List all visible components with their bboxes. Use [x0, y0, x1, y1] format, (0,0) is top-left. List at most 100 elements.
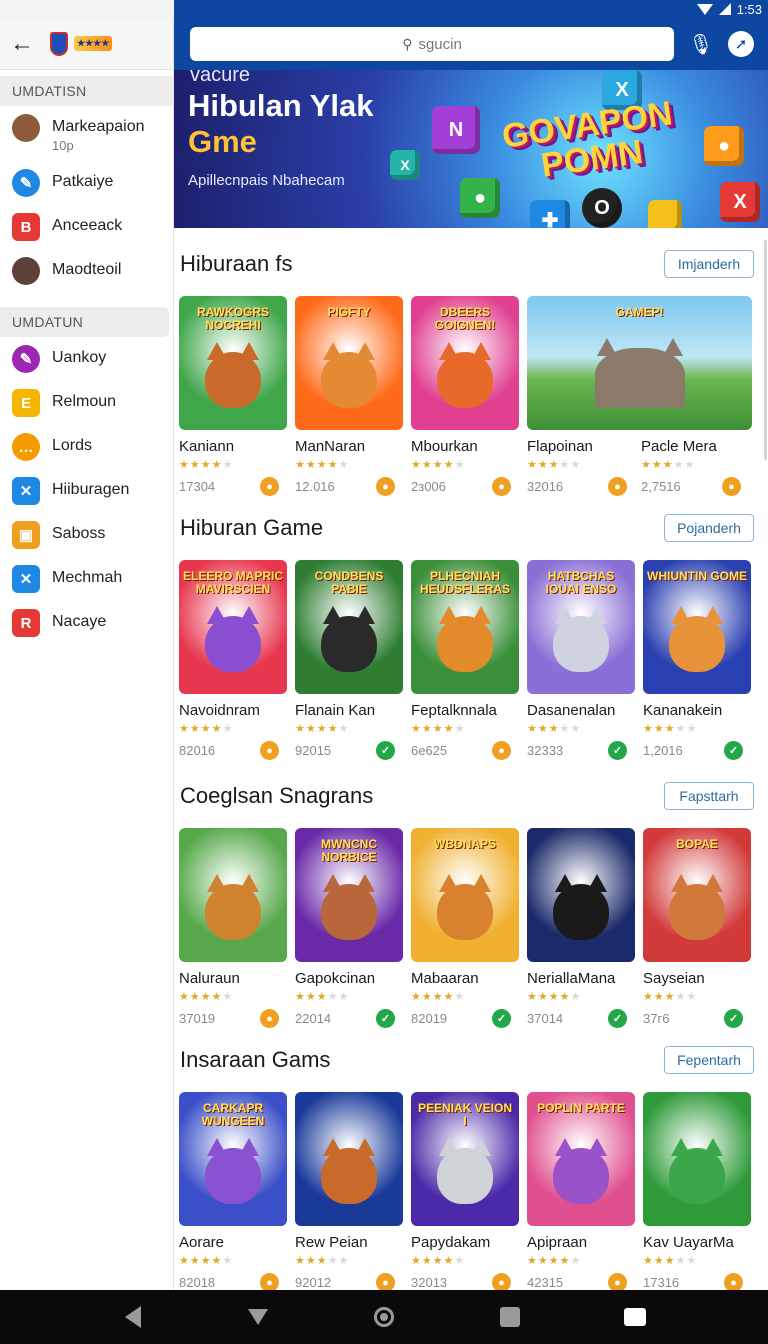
game-card[interactable]: ELEERO MAPRIC MAVIRSCIEN Navoidnram ★★★★★ 8…: [179, 560, 287, 760]
sidebar-item[interactable]: ✕ Hiiburagen: [0, 469, 173, 513]
mascot-icon: [321, 1138, 377, 1204]
section-header: Hiburan Game Pojanderh: [174, 508, 768, 548]
sidebar-item-text: Maodteoil: [52, 257, 121, 279]
card-meta: 37019 ●: [179, 1009, 287, 1028]
game-title: Sayseian: [643, 970, 705, 987]
game-card[interactable]: PLHECNIAH HEUDSFLERAS Feptalknnala ★★★★★ 6е…: [411, 560, 519, 760]
game-card[interactable]: Kav UayarMa ★★★★★ 17316 ●: [643, 1092, 751, 1292]
status-bar-left: [0, 0, 174, 18]
game-card[interactable]: HATBCHAS IOUAI ENSO Dasanenalan ★★★★★ 32333…: [527, 560, 635, 760]
game-title: Dasanenalan: [527, 702, 616, 719]
cube-icon: N: [432, 106, 480, 154]
sidebar-item-text: Anceeack: [52, 213, 122, 235]
game-title: Naluraun: [179, 970, 240, 987]
game-card[interactable]: BOPAE Sayseian ★★★★★ 37г6 ✓: [643, 828, 751, 1028]
game-card[interactable]: RAWKOGRS NOCREHI Kaniann ★★★★★ 17304 ●: [179, 296, 287, 496]
sidebar-item[interactable]: ✎ Uankoy: [0, 337, 173, 381]
nav-down-button[interactable]: [246, 1305, 270, 1329]
nav-recent-button[interactable]: [623, 1305, 647, 1329]
check-icon: ✓: [724, 1009, 743, 1028]
check-icon: ✓: [376, 1009, 395, 1028]
download-count: 92012: [295, 1275, 332, 1290]
game-card[interactable]: PIGFTY ManNaran ★★★★★ 12.016 ●: [295, 296, 403, 496]
nav-back-button[interactable]: [121, 1305, 145, 1329]
thumbnail-caption: CARKAPR WUNGEEN: [201, 1101, 265, 1128]
search-input[interactable]: ⚲ sgucin: [190, 27, 674, 61]
game-card[interactable]: WHIUNTIN GOME Kananakein ★★★★★ 1,2016 ✓: [643, 560, 751, 760]
compass-icon[interactable]: ➚: [728, 31, 754, 57]
mascot-icon: [321, 874, 377, 940]
game-title: Kananakein: [643, 702, 723, 719]
game-thumbnail: WBDNAPS: [411, 828, 519, 962]
game-card[interactable]: MWNCNC NORBICE Gapokcinan ★★★★★ 22014 ✓: [295, 828, 403, 1028]
sidebar-item[interactable]: Maodteoil: [0, 249, 173, 293]
check-icon: ✓: [608, 741, 627, 760]
game-card[interactable]: CONDBENS PABIE Flanain Kan ★★★★★ 92015 ✓: [295, 560, 403, 760]
sidebar-item-text: Uankoy: [52, 345, 106, 367]
game-card[interactable]: NeriallaMana ★★★★★ 37014 ✓: [527, 828, 635, 1028]
card-row: CARKAPR WUNGEEN Aorare ★★★★★ 82018 ● Rew Peia…: [174, 1092, 768, 1292]
mascot-icon: [205, 606, 261, 672]
rating-stars: ★★★★★: [411, 1255, 466, 1267]
microphone-icon[interactable]: 🎙: [688, 31, 714, 57]
card-row: ELEERO MAPRIC MAVIRSCIEN Navoidnram ★★★★★ 8…: [174, 560, 768, 760]
sidebar-item[interactable]: E Relmoun: [0, 381, 173, 425]
sidebar-item[interactable]: … Lords: [0, 425, 173, 469]
download-count: 37г6: [643, 1011, 670, 1026]
sidebar-item[interactable]: R Nacaye: [0, 601, 173, 645]
sidebar-item[interactable]: B Anceeack: [0, 205, 173, 249]
download-count: 22014: [295, 1011, 332, 1026]
game-title: Apipraan: [527, 1234, 588, 1251]
back-arrow-icon[interactable]: ←: [10, 30, 36, 58]
game-card[interactable]: WBDNAPS Mabaaran ★★★★★ 82019 ✓: [411, 828, 519, 1028]
thumbnail-caption: POPLIN PARTE: [537, 1101, 625, 1115]
game-title: Feptalknnala: [411, 702, 497, 719]
r-square-icon: R: [12, 609, 40, 637]
sidebar-item[interactable]: ✎ Patkaiye: [0, 161, 173, 205]
card-meta: 82019 ✓: [411, 1009, 519, 1028]
rating-stars: ★★★★★: [179, 459, 234, 471]
chat-icon: …: [12, 433, 40, 461]
game-thumbnail: GAMEP!: [527, 296, 752, 430]
game-card[interactable]: Rew Peian ★★★★★ 92012 ●: [295, 1092, 403, 1292]
nav-overview-button[interactable]: [498, 1305, 522, 1329]
section-more-button[interactable]: Fapsttarh: [664, 782, 754, 810]
x-square-icon: ✕: [12, 565, 40, 593]
download-count: 42315: [527, 1275, 564, 1290]
game-card[interactable]: Naluraun ★★★★★ 37019 ●: [179, 828, 287, 1028]
mascot-icon: [437, 342, 493, 408]
coin-icon: ●: [492, 741, 511, 760]
recent-square-icon: [624, 1308, 647, 1326]
game-title: NeriallaMana: [527, 970, 616, 987]
section-more-button[interactable]: Imjanderh: [664, 250, 754, 278]
game-card[interactable]: CARKAPR WUNGEEN Aorare ★★★★★ 82018 ●: [179, 1092, 287, 1292]
hero-banner[interactable]: X N X ● ✚ O ● X vacure Hibulan Ylak Gme …: [174, 70, 768, 228]
thumbnail-caption: CONDBENS PABIE: [314, 569, 384, 596]
download-count: 6е625: [411, 743, 448, 758]
avatar-icon: [12, 114, 40, 142]
sidebar-section-label: UMDATISN: [0, 76, 173, 106]
game-card[interactable]: POPLIN PARTE Apipraan ★★★★★ 42315 ●: [527, 1092, 635, 1292]
game-title: Flanain Kan: [295, 702, 376, 719]
section-more-button[interactable]: Fepentarh: [664, 1046, 754, 1074]
cube-icon: X: [720, 182, 760, 222]
game-section: Insaraan Gams Fepentarh CARKAPR WUNGEEN Aor…: [174, 1040, 768, 1292]
game-thumbnail: MWNCNC NORBICE: [295, 828, 403, 962]
game-card[interactable]: PEENIAK VEION I Papydakam ★★★★★ 32013 ●: [411, 1092, 519, 1292]
section-more-button[interactable]: Pojanderh: [664, 514, 754, 542]
game-thumbnail: CARKAPR WUNGEEN: [179, 1092, 287, 1226]
game-card[interactable]: DBEERS GOIGNEN! Mbourkan ★★★★★ 2з006 ●: [411, 296, 519, 496]
mascot-icon: [321, 342, 377, 408]
rating-stars: ★★★★★: [411, 991, 466, 1003]
game-thumbnail: ELEERO MAPRIC MAVIRSCIEN: [179, 560, 287, 694]
sidebar-item[interactable]: Markeapaion 10p: [0, 106, 173, 161]
sidebar-item[interactable]: ▣ Saboss: [0, 513, 173, 557]
coin-icon: ●: [260, 477, 279, 496]
game-title: Aorare: [179, 1234, 225, 1251]
nav-home-button[interactable]: [372, 1305, 396, 1329]
mascot-icon: [321, 606, 377, 672]
scrollbar[interactable]: [764, 240, 767, 460]
sidebar-item-label: Uankoy: [52, 349, 107, 366]
sidebar-item[interactable]: ✕ Mechmah: [0, 557, 173, 601]
cube-icon: O: [582, 188, 622, 228]
